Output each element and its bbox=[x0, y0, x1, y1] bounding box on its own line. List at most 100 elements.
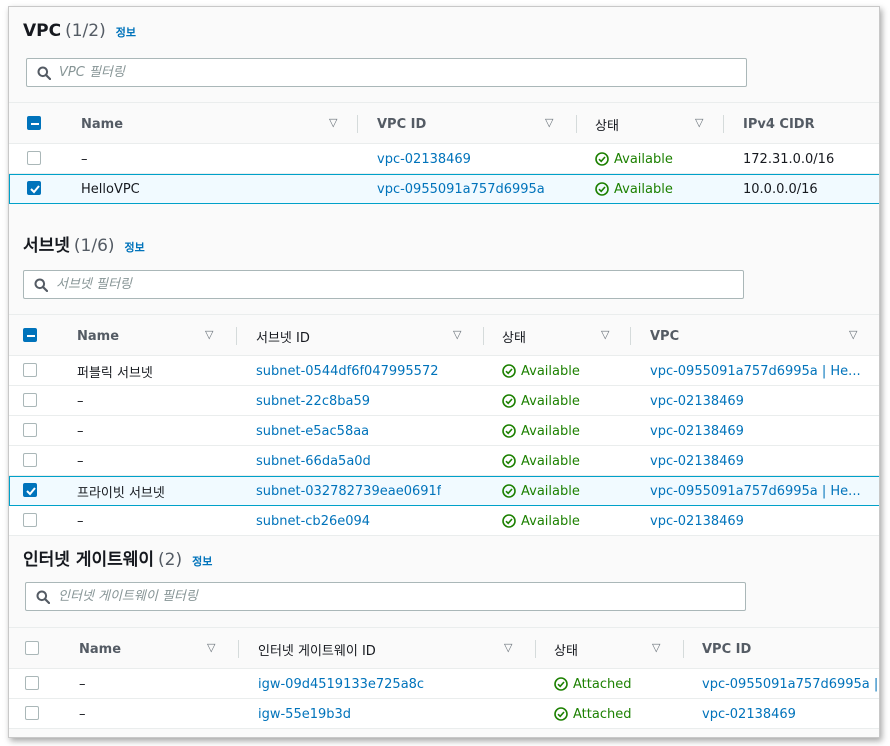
status-text: Attached bbox=[573, 676, 632, 692]
igw-id-link[interactable]: igw-09d4519133e725a8c bbox=[258, 669, 424, 699]
vpc-id-link[interactable]: vpc-0955091a757d6995a | He... bbox=[650, 476, 861, 506]
vpc-info-link[interactable]: 정보 bbox=[116, 24, 136, 40]
table-row[interactable]: – igw-09d4519133e725a8c Attached vpc-095… bbox=[9, 669, 879, 699]
subnet-col-vpc[interactable]: VPC bbox=[650, 315, 679, 357]
subnet-id-link[interactable]: subnet-22c8ba59 bbox=[256, 386, 370, 416]
subnet-filter[interactable] bbox=[23, 270, 744, 299]
igw-col-status[interactable]: 상태 bbox=[554, 628, 578, 670]
vpc-col-name[interactable]: Name bbox=[81, 103, 123, 145]
status-text: Available bbox=[614, 151, 673, 167]
status-text: Available bbox=[614, 181, 673, 197]
caret-down-icon[interactable]: ▽ bbox=[849, 328, 857, 341]
subnet-col-status[interactable]: 상태 bbox=[502, 315, 526, 357]
vpc-id-link[interactable]: vpc-02138469 bbox=[702, 699, 796, 729]
status-text: Available bbox=[521, 483, 580, 499]
vpc-filter-input[interactable] bbox=[59, 65, 746, 80]
igw-filter-input[interactable] bbox=[58, 589, 745, 604]
igw-filter[interactable] bbox=[25, 582, 746, 611]
check-circle-icon bbox=[502, 454, 516, 468]
vpc-id-link[interactable]: vpc-02138469 bbox=[650, 416, 744, 446]
subnet-name: – bbox=[77, 453, 84, 469]
caret-down-icon[interactable]: ▽ bbox=[207, 641, 215, 654]
vpc-col-status[interactable]: 상태 bbox=[595, 103, 619, 145]
row-checkbox[interactable] bbox=[25, 706, 39, 720]
check-circle-icon bbox=[502, 484, 516, 498]
caret-down-icon[interactable]: ▽ bbox=[601, 328, 609, 341]
table-row[interactable]: 프라이빗 서브넷 subnet-032782739eae0691f Availa… bbox=[9, 476, 879, 506]
vpc-name: – bbox=[81, 151, 88, 167]
check-circle-icon bbox=[502, 364, 516, 378]
column-divider bbox=[535, 640, 536, 658]
subnet-table-header: Name ▽ 서브넷 ID ▽ 상태 ▽ VPC ▽ bbox=[9, 314, 879, 357]
table-row[interactable]: – vpc-02138469 Available 172.31.0.0/16 bbox=[9, 144, 879, 174]
vpc-select-all-checkbox[interactable] bbox=[27, 116, 41, 130]
vpc-id-link[interactable]: vpc-0955091a757d6995a | He... bbox=[650, 356, 861, 386]
subnet-info-link[interactable]: 정보 bbox=[125, 239, 145, 255]
igw-col-vpc[interactable]: VPC ID bbox=[702, 628, 751, 670]
caret-down-icon[interactable]: ▽ bbox=[205, 328, 213, 341]
igw-col-id[interactable]: 인터넷 게이트웨이 ID bbox=[258, 628, 376, 670]
igw-info-link[interactable]: 정보 bbox=[192, 553, 212, 569]
subnet-id-link[interactable]: subnet-cb26e094 bbox=[256, 506, 370, 536]
igw-select-all-checkbox[interactable] bbox=[25, 641, 39, 655]
checkbox-indeterminate-icon bbox=[31, 123, 39, 125]
subnet-id-link[interactable]: subnet-0544df6f047995572 bbox=[256, 356, 439, 386]
status-badge: Available bbox=[502, 386, 580, 416]
vpc-id-link[interactable]: vpc-02138469 bbox=[377, 144, 471, 174]
row-checkbox[interactable] bbox=[23, 513, 37, 527]
vpc-col-cidr[interactable]: IPv4 CIDR bbox=[743, 103, 815, 145]
vpc-filter[interactable] bbox=[26, 58, 747, 87]
caret-down-icon[interactable]: ▽ bbox=[545, 116, 553, 129]
table-row[interactable]: – subnet-e5ac58aa Available vpc-02138469 bbox=[9, 416, 879, 446]
caret-down-icon[interactable]: ▽ bbox=[652, 641, 660, 654]
table-row[interactable]: – subnet-22c8ba59 Available vpc-02138469 bbox=[9, 386, 879, 416]
igw-id-link[interactable]: igw-55e19b3d bbox=[258, 699, 351, 729]
row-checkbox[interactable] bbox=[25, 676, 39, 690]
table-row[interactable]: – subnet-66da5a0d Available vpc-02138469 bbox=[9, 446, 879, 476]
subnet-name: – bbox=[77, 393, 84, 409]
subnet-id-link[interactable]: subnet-e5ac58aa bbox=[256, 416, 369, 446]
subnet-select-all-checkbox[interactable] bbox=[23, 328, 37, 342]
vpc-id-link[interactable]: vpc-0955091a757d6995a | bbox=[702, 669, 878, 699]
checkbox-checked-icon bbox=[26, 487, 36, 496]
caret-down-icon[interactable]: ▽ bbox=[695, 116, 703, 129]
column-divider bbox=[236, 327, 237, 345]
subnet-filter-input[interactable] bbox=[56, 277, 743, 292]
subnet-id-link[interactable]: subnet-66da5a0d bbox=[256, 446, 371, 476]
check-circle-icon bbox=[554, 707, 568, 721]
vpc-name: HelloVPC bbox=[81, 181, 140, 197]
table-row[interactable]: 퍼블릭 서브넷 subnet-0544df6f047995572 Availab… bbox=[9, 356, 879, 386]
vpc-count: (1/2) bbox=[65, 21, 106, 41]
check-circle-icon bbox=[554, 677, 568, 691]
check-circle-icon bbox=[502, 394, 516, 408]
caret-down-icon[interactable]: ▽ bbox=[329, 116, 337, 129]
vpc-col-id[interactable]: VPC ID bbox=[377, 103, 426, 145]
vpc-id-link[interactable]: vpc-02138469 bbox=[650, 386, 744, 416]
status-badge: Available bbox=[502, 446, 580, 476]
row-checkbox[interactable] bbox=[23, 483, 37, 497]
subnet-name: – bbox=[77, 513, 84, 529]
table-row[interactable]: HelloVPC vpc-0955091a757d6995a Available… bbox=[9, 174, 879, 204]
row-checkbox[interactable] bbox=[23, 423, 37, 437]
row-checkbox[interactable] bbox=[27, 151, 41, 165]
status-text: Available bbox=[521, 393, 580, 409]
row-checkbox[interactable] bbox=[23, 363, 37, 377]
vpc-id-link[interactable]: vpc-02138469 bbox=[650, 506, 744, 536]
vpc-header: VPC (1/2) 정보 bbox=[23, 21, 136, 41]
caret-down-icon[interactable]: ▽ bbox=[504, 641, 512, 654]
table-row[interactable]: – igw-55e19b3d Attached vpc-02138469 bbox=[9, 699, 879, 729]
igw-col-name[interactable]: Name bbox=[79, 628, 121, 670]
vpc-id-link[interactable]: vpc-0955091a757d6995a bbox=[377, 174, 545, 204]
row-checkbox[interactable] bbox=[23, 453, 37, 467]
table-row[interactable]: – subnet-cb26e094 Available vpc-02138469 bbox=[9, 506, 879, 536]
vpc-title: VPC bbox=[23, 21, 62, 41]
subnet-header: 서브넷 (1/6) 정보 bbox=[23, 231, 145, 256]
row-checkbox[interactable] bbox=[23, 393, 37, 407]
subnet-id-link[interactable]: subnet-032782739eae0691f bbox=[256, 476, 441, 506]
subnet-name: 프라이빗 서브넷 bbox=[77, 485, 165, 501]
subnet-col-id[interactable]: 서브넷 ID bbox=[256, 315, 310, 357]
vpc-id-link[interactable]: vpc-02138469 bbox=[650, 446, 744, 476]
subnet-col-name[interactable]: Name bbox=[77, 315, 119, 357]
caret-down-icon[interactable]: ▽ bbox=[453, 328, 461, 341]
row-checkbox[interactable] bbox=[27, 181, 41, 195]
